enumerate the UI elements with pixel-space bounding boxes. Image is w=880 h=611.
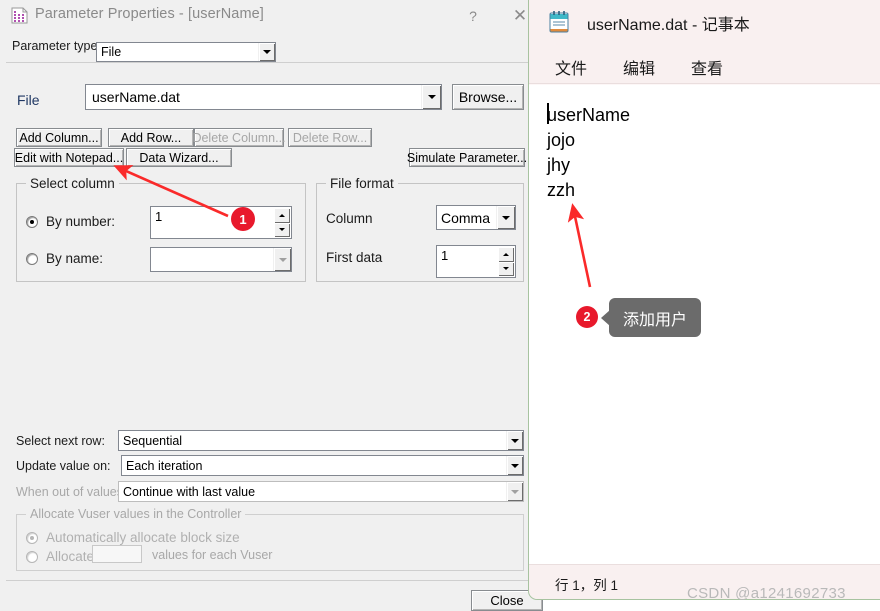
allocate-label: Allocate (46, 549, 95, 564)
parameter-type-label: Parameter type: (12, 39, 101, 53)
file-value: userName.dat (92, 89, 180, 105)
update-value-on-select[interactable]: Each iteration (121, 455, 524, 476)
parameter-properties-dialog: Parameter Properties - [userName] ? ✕ Pa… (0, 0, 543, 611)
allocate-suffix-label: values for each Vuser (152, 548, 273, 562)
add-column-button[interactable]: Add Column... (16, 128, 102, 147)
parameter-type-value: File (101, 45, 122, 59)
select-next-row-label: Select next row: (16, 434, 105, 448)
text-line: jhy (547, 155, 571, 175)
first-data-value: 1 (441, 248, 449, 263)
notepad-icon (549, 11, 569, 33)
text-line: userName (547, 105, 631, 125)
menu-item-edit[interactable]: 编辑 (617, 53, 661, 81)
allocate-value-input (92, 545, 142, 563)
first-data-label: First data (326, 250, 383, 265)
delete-row-button: Delete Row... (288, 128, 372, 147)
auto-allocate-label: Automatically allocate block size (46, 530, 240, 545)
browse-button[interactable]: Browse... (452, 84, 524, 110)
chevron-down-icon[interactable] (496, 206, 515, 229)
chevron-down-icon[interactable] (258, 43, 275, 61)
menu-item-view[interactable]: 查看 (685, 53, 729, 81)
by-name-radio[interactable]: By name: (26, 251, 103, 266)
when-out-of-values-label: When out of values: (16, 485, 127, 499)
text-line: jojo (547, 130, 576, 150)
file-select[interactable]: userName.dat (85, 84, 442, 110)
chevron-down-icon (506, 482, 523, 501)
edit-with-notepad-button[interactable]: Edit with Notepad... (14, 148, 124, 167)
auto-allocate-radio: Automatically allocate block size (26, 530, 240, 545)
dialog-titlebar: Parameter Properties - [userName] ? ✕ (0, 0, 534, 31)
simulate-parameter-button[interactable]: Simulate Parameter... (407, 148, 527, 167)
update-value-on-label: Update value on: (16, 459, 111, 473)
chevron-down-icon[interactable] (506, 431, 523, 450)
annotation-callout-2: 添加用户 (609, 298, 701, 337)
by-number-value: 1 (155, 209, 163, 224)
by-number-radio[interactable]: By number: (26, 214, 115, 229)
select-next-row-select[interactable]: Sequential (118, 430, 524, 451)
screenshot-root: Parameter Properties - [userName] ? ✕ Pa… (0, 0, 880, 611)
select-column-group-title: Select column (26, 176, 119, 191)
radio-icon (26, 531, 38, 544)
chevron-down-icon[interactable] (273, 248, 291, 271)
when-out-of-values-select: Continue with last value (118, 481, 524, 502)
spinner-up-icon[interactable] (274, 208, 290, 223)
cursor-position-status: 行 1，列 1 (555, 578, 619, 593)
spinner-up-icon[interactable] (498, 247, 514, 262)
file-format-group-title: File format (326, 176, 398, 191)
chevron-down-icon[interactable] (506, 456, 523, 475)
parameter-table-icon (11, 7, 28, 24)
when-out-of-values-value: Continue with last value (123, 484, 256, 499)
chevron-down-icon[interactable] (421, 85, 441, 109)
update-value-on-value: Each iteration (126, 458, 203, 473)
radio-icon (26, 550, 38, 563)
spinner-down-icon[interactable] (498, 261, 514, 276)
annotation-badge-1: 1 (231, 207, 255, 231)
radio-icon[interactable] (26, 215, 38, 228)
parameter-type-select[interactable]: File (96, 42, 276, 62)
spinner-buttons[interactable] (274, 208, 290, 237)
menu-item-file[interactable]: 文件 (549, 53, 593, 81)
help-button[interactable]: ? (462, 5, 484, 27)
by-name-label: By name: (46, 251, 104, 266)
footer-divider (6, 580, 530, 581)
spinner-buttons[interactable] (498, 247, 514, 276)
delete-column-button: Delete Column... (192, 128, 286, 147)
add-row-button[interactable]: Add Row... (108, 128, 194, 147)
column-separator-select[interactable]: Comma (436, 205, 516, 230)
callout-label: 添加用户 (622, 311, 687, 329)
dialog-title: Parameter Properties - [userName] (35, 6, 264, 22)
first-data-spinner[interactable]: 1 (436, 245, 516, 278)
spinner-down-icon[interactable] (274, 222, 290, 237)
text-caret (547, 103, 549, 124)
radio-icon[interactable] (26, 252, 38, 265)
by-number-label: By number: (46, 214, 116, 229)
column-separator-value: Comma (441, 209, 491, 226)
data-wizard-button[interactable]: Data Wizard... (126, 148, 232, 167)
column-label: Column (326, 211, 373, 226)
allocate-group-title: Allocate Vuser values in the Controller (26, 507, 246, 521)
notepad-title: userName.dat - 记事本 (587, 17, 750, 34)
annotation-badge-2: 2 (576, 306, 598, 328)
notepad-menubar: 文件 编辑 查看 (529, 44, 880, 84)
by-number-spinner[interactable]: 1 (150, 206, 292, 239)
notepad-titlebar: userName.dat - 记事本 (529, 0, 880, 44)
file-label: File (17, 92, 40, 108)
by-name-select[interactable] (150, 247, 292, 272)
text-line: zzh (547, 180, 576, 200)
notepad-window: userName.dat - 记事本 文件 编辑 查看 userName joj… (528, 0, 880, 600)
allocate-radio: Allocate (26, 549, 94, 564)
select-next-row-value: Sequential (123, 433, 183, 448)
watermark: CSDN @a1241692733 (687, 585, 846, 602)
